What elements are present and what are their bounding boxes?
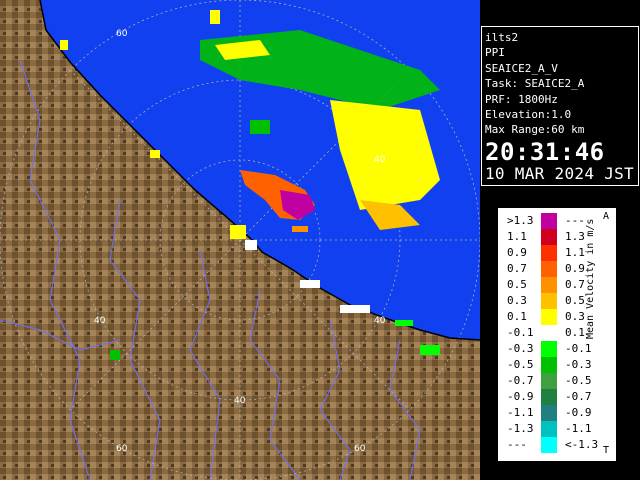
range-label-40-east: 40	[374, 316, 386, 326]
legend-row: 0.7 0.9	[499, 261, 617, 277]
range-label-40-west: 40	[94, 316, 106, 326]
max-range-value: Max Range:60 km	[485, 123, 585, 137]
legend-row: 0.1 0.3	[499, 309, 617, 325]
prf-value: PRF: 1800Hz	[485, 92, 558, 106]
elevation-value: Elevation:1.0	[485, 108, 572, 122]
legend-row-lower: 0.1	[507, 310, 527, 323]
legend-row-lower: -0.7	[507, 374, 534, 387]
legend-row-upper: -0.7	[565, 390, 592, 403]
legend-swatch	[541, 261, 557, 277]
scan-date: 10 MAR 2024 JST	[485, 163, 634, 183]
legend-row: -0.1 0.1	[499, 325, 617, 341]
legend-swatch	[541, 373, 557, 389]
legend-swatch	[541, 421, 557, 437]
legend-row-lower: 0.9	[507, 246, 527, 259]
station-name: ilts2	[485, 31, 519, 44]
legend-row: 0.9 1.1	[499, 245, 617, 261]
legend-row-upper: -0.3	[565, 358, 592, 371]
legend-swatch	[541, 389, 557, 405]
legend-row: -1.1 -0.9	[499, 405, 617, 421]
range-label-40-right: 40	[374, 155, 386, 165]
field-name: SEAICE2_A_V	[485, 61, 558, 75]
radar-ppi-map[interactable]: 60 40 40 40 40 60 60	[0, 0, 480, 480]
legend-swatch	[541, 405, 557, 421]
range-label-60-sw: 60	[116, 444, 128, 454]
product-type: PPI	[485, 46, 505, 60]
legend-swatch	[541, 229, 557, 245]
legend-row-upper: -0.9	[565, 406, 592, 419]
radar-map-svg: 60 40 40 40 40 60 60	[0, 0, 480, 480]
legend-row: -0.5 -0.3	[499, 357, 617, 373]
legend-row: --- <-1.3	[499, 437, 617, 453]
legend-row-upper: <-1.3	[565, 438, 599, 451]
velocity-legend: >1.3 --- 1.1 1.3 0.9 1.1 0.7 0.9 0.5 0.7 0.3 0.5 0.1…	[498, 208, 616, 461]
legend-row-lower: -0.1	[507, 326, 534, 339]
range-label-60-se: 60	[354, 444, 366, 454]
legend-row-lower: -0.5	[507, 358, 534, 371]
legend-row-lower: 0.5	[507, 278, 527, 291]
legend-row-lower: >1.3	[507, 214, 534, 227]
legend-row: 0.3 0.5	[499, 293, 617, 309]
legend-swatch	[541, 309, 557, 325]
info-panel: ilts2 PPI SEAICE2_A_V Task: SEAICE2_A PR…	[481, 26, 639, 186]
legend-swatch	[541, 293, 557, 309]
legend-row-upper: -0.1	[565, 342, 592, 355]
legend-swatch	[541, 213, 557, 229]
legend-row: 1.1 1.3	[499, 229, 617, 245]
legend-row-lower: 1.1	[507, 230, 527, 243]
legend-row: -1.3 -1.1	[499, 421, 617, 437]
legend-swatch	[541, 341, 557, 357]
legend-row: -0.3 -0.1	[499, 341, 617, 357]
legend-bottom-marker: T	[603, 445, 610, 456]
legend-row: 0.5 0.7	[499, 277, 617, 293]
task-name: Task: SEAICE2_A	[485, 77, 585, 91]
legend-swatch	[541, 245, 557, 261]
legend-row-upper: -1.1	[565, 422, 592, 435]
scan-time: 20:31:46	[485, 137, 605, 166]
legend-row-lower: 0.3	[507, 294, 527, 307]
legend-swatch	[541, 277, 557, 293]
legend-swatch	[541, 357, 557, 373]
legend-title: Mean Velocity in m/s	[585, 218, 596, 339]
legend-row-lower: -0.9	[507, 390, 534, 403]
legend-swatch	[541, 437, 557, 453]
legend-row-lower: 0.7	[507, 262, 527, 275]
legend-row: >1.3 ---	[499, 213, 617, 229]
legend-row-upper: -0.5	[565, 374, 592, 387]
legend-row-lower: -0.3	[507, 342, 534, 355]
legend-top-marker: A	[603, 211, 610, 222]
legend-row: -0.7 -0.5	[499, 373, 617, 389]
legend-row-lower: -1.1	[507, 406, 534, 419]
legend-row-lower: ---	[507, 438, 527, 451]
legend-swatch	[541, 325, 557, 341]
range-label-60-top: 60	[116, 29, 128, 39]
legend-row-lower: -1.3	[507, 422, 534, 435]
range-label-40-south: 40	[234, 396, 246, 406]
legend-row: -0.9 -0.7	[499, 389, 617, 405]
